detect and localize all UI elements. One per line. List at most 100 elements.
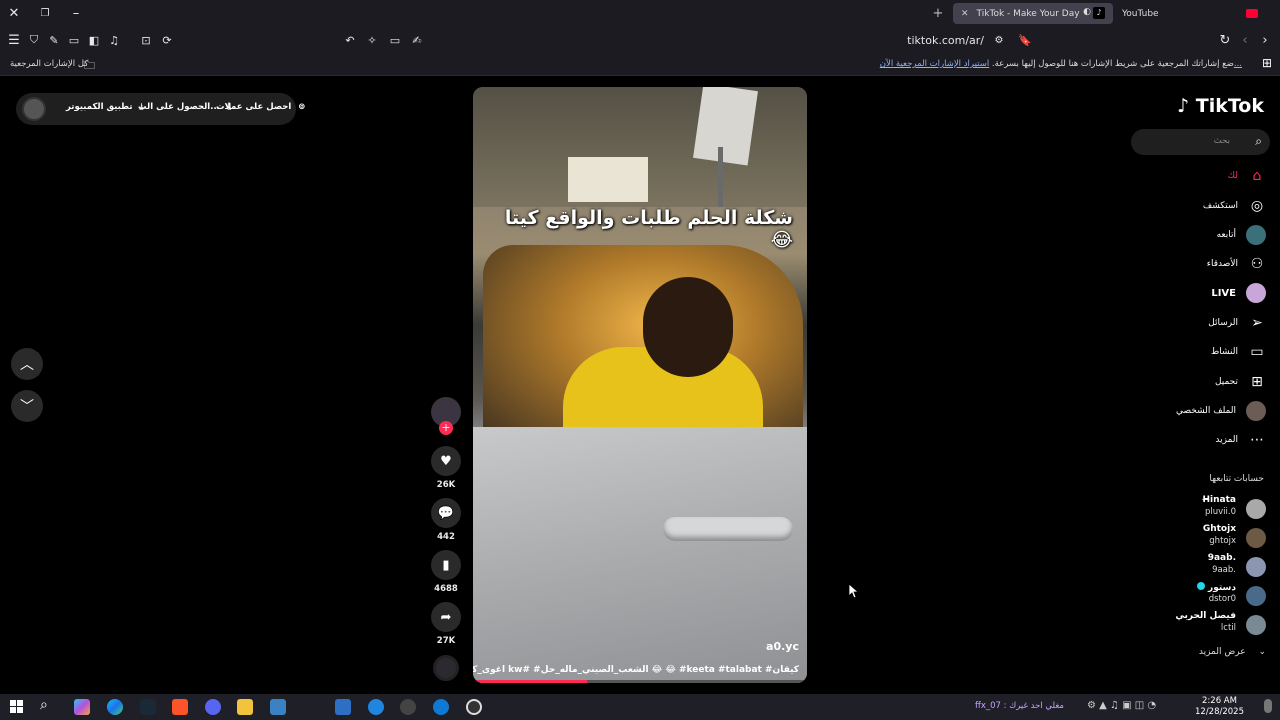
- music-disc-action[interactable]: [430, 655, 462, 681]
- notification-icon[interactable]: [1264, 699, 1272, 713]
- following-handle: pluvii.0: [1204, 507, 1236, 517]
- following-account[interactable]: 9aab. 9aab.: [1156, 553, 1266, 581]
- forward-icon[interactable]: ›: [1255, 30, 1275, 50]
- sidebar-item-activity[interactable]: النشاط ▭: [1211, 341, 1266, 363]
- restore-window-icon[interactable]: ❐: [35, 3, 55, 23]
- sidebar-item-label: الأصدقاء: [1206, 259, 1238, 269]
- undo-icon[interactable]: ↶: [340, 30, 360, 50]
- cast-icon[interactable]: ▭: [385, 30, 405, 50]
- sidebar-item-for-you[interactable]: لك ⌂: [1228, 165, 1266, 187]
- window-icon[interactable]: ▭: [64, 30, 84, 50]
- menu-icon[interactable]: ☰: [4, 30, 24, 50]
- video-progress-fill: [473, 680, 587, 683]
- friends-icon: ⚇: [1250, 256, 1264, 272]
- windows-start-icon[interactable]: [10, 700, 23, 713]
- previous-video-button[interactable]: ︿: [11, 348, 43, 380]
- video-author[interactable]: a0.yc: [766, 640, 799, 653]
- comment-icon[interactable]: 💬: [431, 498, 461, 528]
- tray-icons[interactable]: ⚙ ▲ ♫ ▣ ◫ ◔: [1087, 700, 1156, 711]
- magic-icon[interactable]: ✧: [362, 30, 382, 50]
- following-account[interactable]: H̶inata pluvii.0: [1156, 495, 1266, 523]
- next-video-button[interactable]: ﹀: [11, 390, 43, 422]
- sidebar-item-following[interactable]: أتابعه: [1217, 224, 1266, 246]
- creator-avatar-action[interactable]: +: [430, 397, 462, 435]
- tab-audio-icon[interactable]: ◐: [1083, 7, 1091, 17]
- home-icon: ⌂: [1252, 168, 1262, 184]
- sidebar-item-profile[interactable]: الملف الشخصي: [1176, 400, 1266, 422]
- bookmark-icon[interactable]: ▮: [431, 550, 461, 580]
- brave-icon[interactable]: [172, 699, 188, 715]
- coin-icon: ⊚: [298, 102, 306, 112]
- shield-icon[interactable]: ⛉: [24, 30, 44, 50]
- pen-icon[interactable]: ✎: [44, 30, 64, 50]
- get-coins-button[interactable]: احصل على عملات ⊚: [216, 102, 305, 112]
- sidebar-icon[interactable]: ◧: [84, 30, 104, 50]
- sidebar-item-explore[interactable]: استكشف ◎: [1203, 195, 1266, 217]
- music-icon[interactable]: ♫: [104, 30, 124, 50]
- see-more-button[interactable]: عرض المزيد ⌄: [1199, 647, 1266, 657]
- sidebar-item-messages[interactable]: الرسائل ➢: [1208, 312, 1266, 334]
- tab-tiktok[interactable]: ✕ TikTok - Make Your Day ◐ ♪: [953, 3, 1113, 24]
- following-account[interactable]: فيصل الحربي lctil: [1156, 611, 1266, 639]
- heart-icon[interactable]: ♥: [431, 446, 461, 476]
- save-action[interactable]: ▮ 4688: [430, 550, 462, 594]
- following-account[interactable]: دستور dstor0: [1156, 582, 1266, 610]
- youtube-favicon-icon: [1246, 9, 1258, 18]
- app-icon[interactable]: [466, 699, 482, 715]
- edge-icon[interactable]: [107, 699, 123, 715]
- app-icon[interactable]: [335, 699, 351, 715]
- url-bar-text[interactable]: tiktok.com/ar/: [907, 34, 984, 47]
- site-settings-icon[interactable]: ⚙: [989, 30, 1009, 50]
- close-window-icon[interactable]: ✕: [4, 3, 24, 23]
- file-explorer-icon[interactable]: [237, 699, 253, 715]
- search-input[interactable]: بحث ⌕: [1131, 129, 1270, 155]
- store-icon[interactable]: [270, 699, 286, 715]
- following-account[interactable]: Ghtojx ghtojx: [1156, 524, 1266, 552]
- tiktok-logo[interactable]: ♪ TikTok: [1177, 95, 1264, 117]
- windows-taskbar: ⌕ ffx_07 : مغلي احد غيرك ⚙ ▲ ♫ ▣ ◫ ◔ 2:2…: [0, 694, 1280, 720]
- music-disc-icon[interactable]: [433, 655, 459, 681]
- comment-action[interactable]: 💬 442: [430, 498, 462, 542]
- all-bookmarks-label[interactable]: كل الإشارات المرجعية: [10, 59, 88, 69]
- video-player[interactable]: شكلة الحلم طلبات والواقع كيتا 😂 a0.yc #ا…: [473, 87, 807, 683]
- tab-youtube[interactable]: YouTube: [1114, 3, 1264, 24]
- app-icon[interactable]: [433, 699, 449, 715]
- share-icon[interactable]: ➦: [431, 602, 461, 632]
- sidebar-item-live[interactable]: LIVE: [1211, 282, 1266, 304]
- following-handle: dstor0: [1208, 594, 1236, 604]
- search-placeholder: بحث: [1213, 136, 1230, 146]
- share-action[interactable]: ➦ 27K: [430, 602, 462, 646]
- tiktok-logo-text: TikTok: [1195, 95, 1264, 117]
- app-icon[interactable]: [400, 699, 416, 715]
- follow-plus-icon[interactable]: +: [439, 421, 453, 435]
- draw-icon[interactable]: ✍: [407, 30, 427, 50]
- video-progress-bar[interactable]: [473, 680, 807, 683]
- apps-grid-icon[interactable]: ⊞: [1262, 56, 1272, 70]
- bookmark-icon[interactable]: 🔖: [1015, 30, 1035, 50]
- user-avatar[interactable]: [22, 97, 46, 121]
- search-icon[interactable]: ⌕: [40, 697, 48, 713]
- app-icon[interactable]: [368, 699, 384, 715]
- bookmarks-bar: كل الإشارات المرجعية 🗀 ضع إشاراتك المرجع…: [0, 54, 1280, 76]
- clock[interactable]: 2:26 AM 12/28/2025: [1195, 696, 1244, 718]
- sidebar-item-friends[interactable]: الأصدقاء ⚇: [1207, 253, 1266, 275]
- discord-icon[interactable]: [205, 699, 221, 715]
- screenshot-icon[interactable]: ⊡: [136, 30, 156, 50]
- reload-icon[interactable]: ↻: [1215, 30, 1235, 50]
- extensions-icon[interactable]: ⟳: [157, 30, 177, 50]
- road-sign: [693, 87, 758, 166]
- sidebar-item-more[interactable]: المزيد ⋯: [1215, 429, 1266, 451]
- copilot-icon[interactable]: [74, 699, 90, 715]
- sidebar-item-label: المزيد: [1215, 435, 1238, 445]
- minimize-window-icon[interactable]: –: [66, 3, 86, 23]
- new-tab-icon[interactable]: +: [928, 3, 948, 23]
- desktop-app-button[interactable]: تطبيق الكمبيوتر ⤓: [66, 102, 143, 112]
- chevron-up-icon: ︿: [20, 357, 34, 373]
- like-action[interactable]: ♥ 26K: [430, 446, 462, 490]
- back-icon[interactable]: ‹: [1235, 30, 1255, 50]
- video-hashtags[interactable]: #اغوى_كويتيين kw# #الشعب_الصيني_ماله_حل …: [473, 665, 799, 675]
- tab-close-icon[interactable]: ✕: [961, 9, 969, 19]
- sidebar-item-upload[interactable]: تحميل ⊞: [1215, 371, 1266, 393]
- search-icon[interactable]: ⌕: [1255, 134, 1262, 149]
- steam-icon[interactable]: [140, 699, 156, 715]
